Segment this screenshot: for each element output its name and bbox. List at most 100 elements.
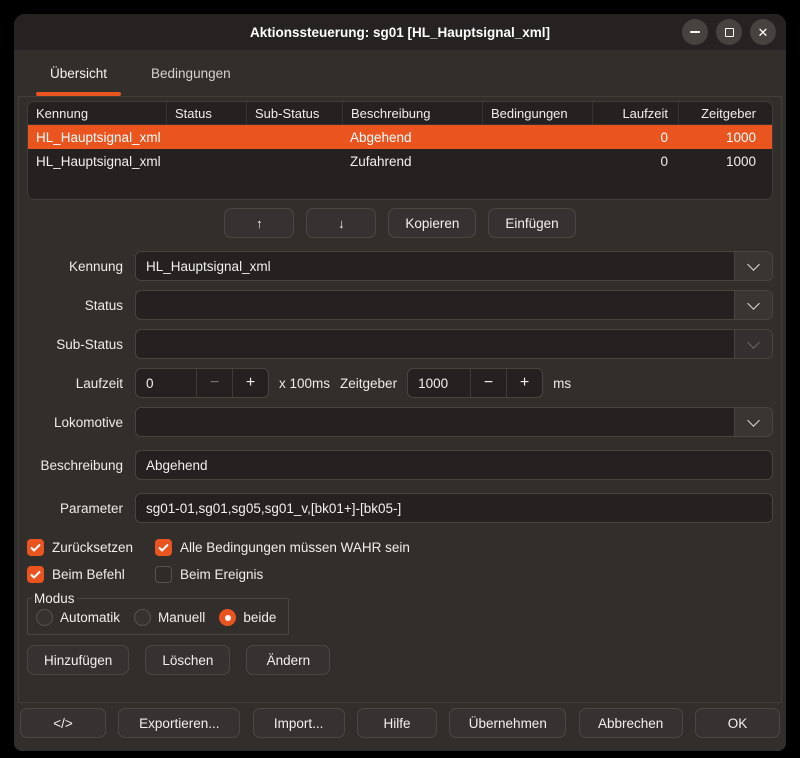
checkbox-icon [155, 539, 172, 556]
list-toolbar: ↑ ↓ Kopieren Einfügen [27, 208, 773, 238]
actions-table: Kennung Status Sub-Status Beschreibung B… [27, 101, 773, 200]
status-combobox[interactable] [135, 290, 773, 320]
radio-icon [134, 609, 151, 626]
checkbox-zuruecksetzen[interactable]: Zurücksetzen [27, 539, 155, 556]
ok-button[interactable]: OK [695, 708, 780, 738]
column-header-zeitgeber[interactable]: Zeitgeber [678, 102, 772, 124]
help-button[interactable]: Hilfe [357, 708, 437, 738]
zeitgeber-increment-button[interactable]: + [506, 369, 542, 397]
minimize-icon [690, 31, 700, 33]
cell-kennung: HL_Hauptsignal_xml [28, 154, 166, 169]
kennung-combobox[interactable]: HL_Hauptsignal_xml [135, 251, 773, 281]
lokomotive-combobox[interactable] [135, 407, 773, 437]
parameter-label: Parameter [27, 501, 123, 516]
zeitgeber-value[interactable]: 1000 [408, 369, 470, 397]
checkbox-beim-ereignis[interactable]: Beim Ereignis [155, 566, 263, 583]
kennung-dropdown-button[interactable] [734, 252, 772, 280]
column-header-beschreibung[interactable]: Beschreibung [342, 102, 482, 124]
radio-dot [225, 615, 231, 621]
modus-frame: Modus Automatik Manuell beide [27, 591, 289, 635]
laufzeit-decrement-button[interactable]: − [196, 369, 232, 397]
tab-bar: Übersicht Bedingungen [14, 50, 786, 96]
code-button[interactable]: </> [20, 708, 106, 738]
lokomotive-label: Lokomotive [27, 415, 123, 430]
delete-button[interactable]: Löschen [145, 645, 230, 675]
cell-laufzeit: 0 [592, 154, 678, 169]
form-row-laufzeit: Laufzeit 0 − + x 100ms Zeitgeber 1000 − … [27, 368, 773, 398]
parameter-input[interactable]: sg01-01,sg01,sg05,sg01_v,[bk01+]-[bk05-] [135, 493, 773, 523]
beschreibung-label: Beschreibung [27, 458, 123, 473]
laufzeit-spinbutton[interactable]: 0 − + [135, 368, 269, 398]
move-down-button[interactable]: ↓ [306, 208, 376, 238]
radio-beide[interactable]: beide [219, 609, 276, 626]
cell-kennung: HL_Hauptsignal_xml [28, 130, 166, 145]
minus-icon: − [210, 374, 219, 392]
change-button[interactable]: Ändern [246, 645, 330, 675]
import-button[interactable]: Import... [253, 708, 345, 738]
status-dropdown-button[interactable] [734, 291, 772, 319]
table-empty-area [28, 173, 772, 199]
checkbox-icon [27, 539, 44, 556]
minimize-button[interactable] [682, 19, 708, 45]
form-row-parameter: Parameter sg01-01,sg01,sg05,sg01_v,[bk01… [27, 493, 773, 523]
table-header: Kennung Status Sub-Status Beschreibung B… [28, 102, 772, 125]
maximize-button[interactable] [716, 19, 742, 45]
kennung-entry[interactable]: HL_Hauptsignal_xml [136, 252, 734, 280]
checkbox-beim-befehl[interactable]: Beim Befehl [27, 566, 155, 583]
cell-beschreibung: Abgehend [342, 130, 482, 145]
dialog-action-area: </> Exportieren... Import... Hilfe Übern… [20, 708, 780, 738]
checkbox-label: Alle Bedingungen müssen WAHR sein [180, 540, 410, 555]
status-entry[interactable] [136, 291, 734, 319]
move-up-button[interactable]: ↑ [224, 208, 294, 238]
laufzeit-value[interactable]: 0 [136, 369, 196, 397]
apply-button[interactable]: Übernehmen [449, 708, 566, 738]
radio-label: Automatik [60, 610, 120, 625]
kennung-label: Kennung [27, 259, 123, 274]
tab-uebersicht-label: Übersicht [50, 66, 107, 81]
radio-icon [36, 609, 53, 626]
copy-button[interactable]: Kopieren [388, 208, 476, 238]
check-icon [30, 543, 41, 552]
radio-manuell[interactable]: Manuell [134, 609, 205, 626]
column-header-sub-status[interactable]: Sub-Status [246, 102, 342, 124]
form-row-status: Status [27, 290, 773, 320]
zeitgeber-decrement-button[interactable]: − [470, 369, 506, 397]
paste-button[interactable]: Einfügen [488, 208, 575, 238]
tab-bedingungen[interactable]: Bedingungen [129, 50, 253, 96]
maximize-icon [725, 28, 734, 37]
radio-dot [140, 615, 146, 621]
sub-status-combobox [135, 329, 773, 359]
lokomotive-dropdown-button[interactable] [734, 408, 772, 436]
cell-beschreibung: Zufahrend [342, 154, 482, 169]
chevron-down-icon [747, 258, 760, 271]
checkbox-alle-bedingungen[interactable]: Alle Bedingungen müssen WAHR sein [155, 539, 410, 556]
chevron-down-icon [747, 414, 760, 427]
radio-automatik[interactable]: Automatik [36, 609, 120, 626]
window-title: Aktionssteuerung: sg01 [HL_Hauptsignal_x… [250, 25, 550, 40]
add-button[interactable]: Hinzufügen [27, 645, 129, 675]
lokomotive-entry[interactable] [136, 408, 734, 436]
column-header-bedingungen[interactable]: Bedingungen [482, 102, 592, 124]
arrow-down-icon: ↓ [338, 216, 345, 231]
plus-icon: + [520, 374, 529, 392]
beschreibung-input[interactable]: Abgehend [135, 450, 773, 480]
checkbox-label: Zurücksetzen [52, 540, 133, 555]
zeitgeber-spinbutton[interactable]: 1000 − + [407, 368, 543, 398]
export-button[interactable]: Exportieren... [118, 708, 240, 738]
laufzeit-increment-button[interactable]: + [232, 369, 268, 397]
column-header-laufzeit[interactable]: Laufzeit [592, 102, 678, 124]
radio-dot [42, 615, 48, 621]
column-header-kennung[interactable]: Kennung [28, 102, 166, 124]
laufzeit-label: Laufzeit [27, 376, 123, 391]
laufzeit-unit-label: x 100ms [279, 376, 330, 391]
close-button[interactable]: ✕ [750, 19, 776, 45]
table-row[interactable]: HL_Hauptsignal_xml Zufahrend 0 1000 [28, 149, 772, 173]
tab-uebersicht[interactable]: Übersicht [28, 50, 129, 96]
form-row-kennung: Kennung HL_Hauptsignal_xml [27, 251, 773, 281]
cancel-button[interactable]: Abbrechen [579, 708, 683, 738]
table-row[interactable]: HL_Hauptsignal_xml Abgehend 0 1000 [28, 125, 772, 149]
checkbox-label: Beim Befehl [52, 567, 125, 582]
zeitgeber-label: Zeitgeber [340, 376, 397, 391]
radio-label: beide [243, 610, 276, 625]
column-header-status[interactable]: Status [166, 102, 246, 124]
